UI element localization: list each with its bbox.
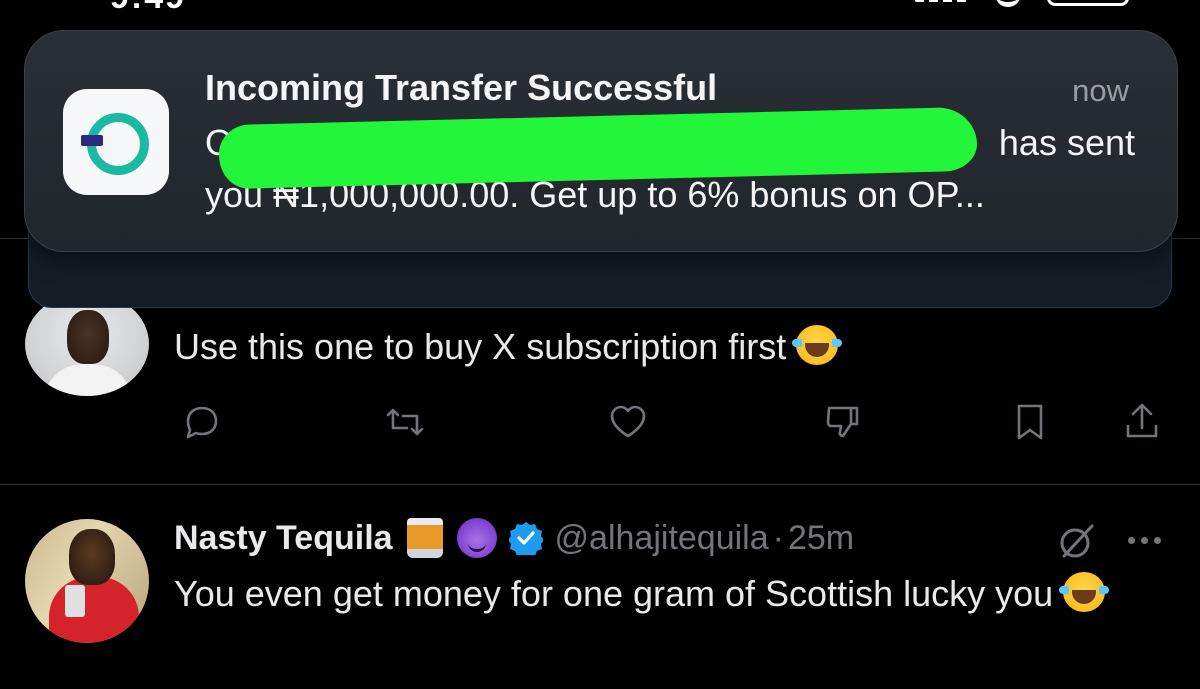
face-with-tears-of-joy-icon <box>1059 572 1110 612</box>
notification-body-end: has sent <box>998 122 1135 163</box>
avatar[interactable] <box>25 519 149 643</box>
more-options-icon[interactable] <box>1128 532 1172 548</box>
handle[interactable]: @alhajitequila <box>555 519 769 558</box>
opay-app-icon <box>63 89 169 195</box>
face-with-tears-of-joy-icon <box>792 325 843 365</box>
battery-icon <box>1047 0 1129 6</box>
retweet-icon[interactable] <box>381 398 429 446</box>
wifi-icon <box>995 0 1021 7</box>
screen: 9:49 Use this one to buy X subscription … <box>0 0 1200 689</box>
notification-time: now <box>1072 73 1129 108</box>
notification-banner[interactable]: Incoming Transfer Successful now O has s… <box>24 30 1178 252</box>
separator: · <box>772 518 784 557</box>
status-time: 9:49 <box>110 0 186 17</box>
tweet-header: Nasty Tequila @alhajitequila · 25m <box>174 513 854 563</box>
tweet-actions <box>0 398 1200 448</box>
tweet-text: You even get money for one gram of Scott… <box>174 570 1164 618</box>
signal-icon <box>915 0 967 2</box>
reply-icon[interactable] <box>178 398 226 446</box>
tumbler-glass-icon <box>406 518 443 558</box>
like-icon[interactable] <box>604 398 652 446</box>
verified-badge-icon[interactable] <box>507 521 544 558</box>
display-name[interactable]: Nasty Tequila <box>174 519 393 558</box>
tweet-body: Use this one to buy X subscription first <box>174 326 787 367</box>
share-icon[interactable] <box>1118 398 1166 446</box>
notification-body: O has sent you ₦1,000,000.00. Get up to … <box>205 106 1135 221</box>
grok-icon[interactable] <box>1054 520 1098 564</box>
divider <box>0 484 1200 485</box>
notification-title: Incoming Transfer Successful <box>205 67 718 108</box>
tweet-text: Use this one to buy X subscription first <box>174 324 843 371</box>
timestamp[interactable]: 25m <box>788 519 854 558</box>
tweet-body: You even get money for one gram of Scott… <box>174 573 1054 614</box>
bookmark-icon[interactable] <box>1006 398 1054 446</box>
dislike-icon[interactable] <box>819 398 867 446</box>
smiling-devil-icon <box>456 518 497 558</box>
